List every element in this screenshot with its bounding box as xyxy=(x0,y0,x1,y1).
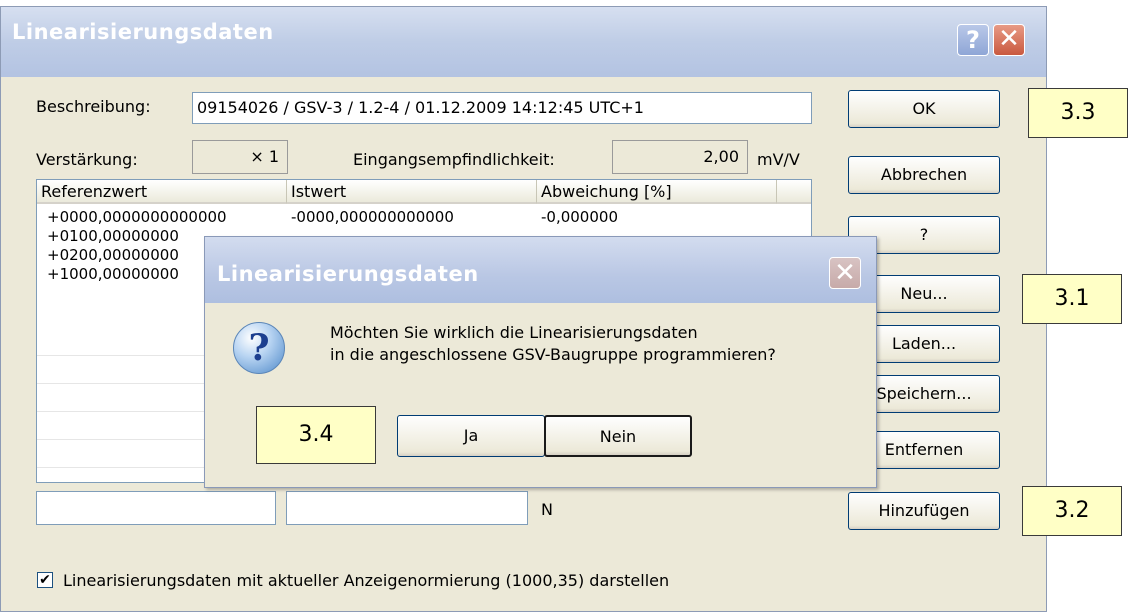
close-icon[interactable]: ✕ xyxy=(993,24,1025,56)
unit-label: N xyxy=(541,500,553,519)
dialog-close-icon[interactable]: ✕ xyxy=(829,257,861,289)
main-window: Linearisierungsdaten ? ✕ Beschreibung: 0… xyxy=(0,6,1047,612)
ok-button[interactable]: OK xyxy=(848,90,1000,128)
dialog-title: Linearisierungsdaten xyxy=(217,262,479,286)
callout-add: 3.2 xyxy=(1022,486,1122,536)
dialog-title-bar: Linearisierungsdaten ✕ xyxy=(205,237,876,303)
callout-ok: 3.3 xyxy=(1028,88,1128,138)
table-cell[interactable]: -0,000000 xyxy=(541,208,771,226)
dialog-message-line2: in die angeschlossene GSV-Baugruppe prog… xyxy=(330,345,776,364)
table-cell[interactable]: -0000,000000000000 xyxy=(291,208,531,226)
no-button[interactable]: Nein xyxy=(544,415,692,457)
sensitivity-label: Eingangsempfindlichkeit: xyxy=(353,150,555,169)
actual-input[interactable] xyxy=(286,491,528,525)
display-normalization-checkbox[interactable]: ✔ xyxy=(37,572,53,588)
gain-label: Verstärkung: xyxy=(36,150,138,169)
cancel-button[interactable]: Abbrechen xyxy=(848,156,1000,194)
gain-field: × 1 xyxy=(192,140,288,174)
reference-input[interactable] xyxy=(36,491,276,525)
callout-new: 3.1 xyxy=(1022,274,1122,324)
yes-button[interactable]: Ja xyxy=(397,415,545,457)
checkbox-label: Linearisierungsdaten mit aktueller Anzei… xyxy=(63,571,670,590)
column-header-deviation[interactable]: Abweichung [%] xyxy=(537,180,777,204)
dialog-message-line1: Möchten Sie wirklich die Linearisierungs… xyxy=(330,323,698,342)
sensitivity-unit: mV/V xyxy=(757,150,800,169)
table-row[interactable]: +0000,0000000000000 xyxy=(47,208,287,226)
sensitivity-field: 2,00 xyxy=(612,140,748,174)
column-header-actual[interactable]: Istwert xyxy=(287,180,537,204)
callout-dialog: 3.4 xyxy=(256,406,376,464)
question-icon: ? xyxy=(233,322,285,374)
description-label: Beschreibung: xyxy=(36,97,151,116)
window-title: Linearisierungsdaten xyxy=(12,20,274,44)
help-icon[interactable]: ? xyxy=(957,24,989,56)
description-field[interactable]: 09154026 / GSV-3 / 1.2-4 / 01.12.2009 14… xyxy=(192,92,812,124)
title-bar: Linearisierungsdaten ? ✕ xyxy=(1,7,1046,77)
column-header-filler xyxy=(777,180,811,204)
add-button[interactable]: Hinzufügen xyxy=(848,492,1000,530)
column-header-reference[interactable]: Referenzwert xyxy=(37,180,287,204)
dialog-message: Möchten Sie wirklich die Linearisierungs… xyxy=(330,322,776,366)
